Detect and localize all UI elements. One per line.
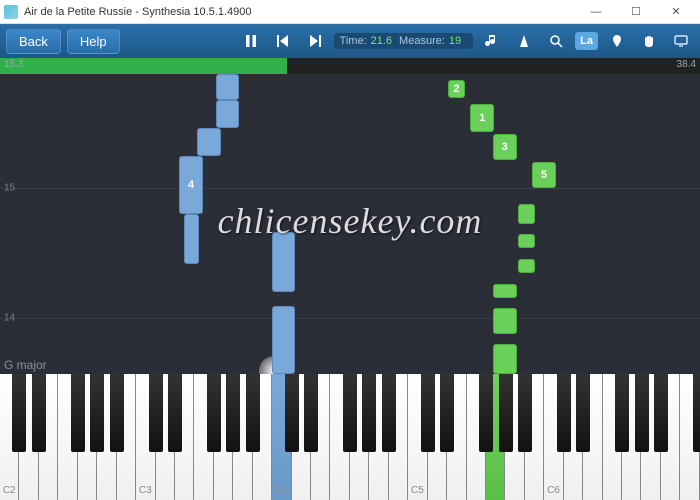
falling-note bbox=[216, 74, 240, 100]
gridline bbox=[0, 318, 700, 319]
octave-label: C4 bbox=[275, 485, 288, 496]
black-key[interactable] bbox=[149, 374, 163, 452]
metronome-icon[interactable] bbox=[511, 28, 537, 54]
octave-label: C5 bbox=[411, 485, 424, 496]
music-note-icon[interactable] bbox=[479, 28, 505, 54]
pause-icon[interactable] bbox=[238, 28, 264, 54]
black-key[interactable] bbox=[654, 374, 668, 452]
black-key[interactable] bbox=[518, 374, 532, 452]
minimize-button[interactable]: — bbox=[576, 0, 616, 24]
hand-icon[interactable] bbox=[636, 28, 662, 54]
falling-note bbox=[493, 308, 517, 334]
marker-icon[interactable] bbox=[604, 28, 630, 54]
falling-note bbox=[197, 128, 221, 156]
falling-note bbox=[272, 232, 296, 292]
finger-number: 2 bbox=[453, 83, 459, 95]
black-key[interactable] bbox=[71, 374, 85, 452]
prev-track-icon[interactable] bbox=[270, 28, 296, 54]
black-key[interactable] bbox=[499, 374, 513, 452]
black-key[interactable] bbox=[615, 374, 629, 452]
falling-note bbox=[184, 214, 199, 264]
piano-keyboard: C2 C3 C4 C5 C6 bbox=[0, 374, 700, 500]
back-button[interactable]: Back bbox=[6, 29, 61, 54]
finger-number: 3 bbox=[502, 141, 508, 153]
black-key[interactable] bbox=[479, 374, 493, 452]
black-key[interactable] bbox=[421, 374, 435, 452]
finger-number: 1 bbox=[479, 112, 485, 124]
falling-note: 4 bbox=[179, 156, 203, 214]
progress-end-time: 38.4 bbox=[677, 59, 696, 70]
black-key[interactable] bbox=[226, 374, 240, 452]
black-key[interactable] bbox=[343, 374, 357, 452]
key-signature-label: G major bbox=[4, 358, 47, 372]
falling-note bbox=[518, 234, 535, 248]
falling-note: 2 bbox=[448, 80, 465, 98]
black-key[interactable] bbox=[382, 374, 396, 452]
finger-number: 4 bbox=[188, 179, 194, 191]
falling-note bbox=[518, 204, 535, 224]
measure-value: 19 bbox=[449, 35, 461, 47]
falling-notes-area: 15 14 G major 4 2 1 3 5 bbox=[0, 74, 700, 374]
octave-label: C2 bbox=[3, 485, 16, 496]
falling-note bbox=[493, 344, 517, 374]
black-key[interactable] bbox=[207, 374, 221, 452]
black-key[interactable] bbox=[362, 374, 376, 452]
falling-note bbox=[272, 306, 296, 374]
octave-label: C3 bbox=[139, 485, 152, 496]
falling-note bbox=[518, 259, 535, 273]
black-key[interactable] bbox=[635, 374, 649, 452]
time-measure-display[interactable]: Time: 21.6 Measure: 19 bbox=[334, 33, 474, 49]
black-key[interactable] bbox=[90, 374, 104, 452]
gridline bbox=[0, 188, 700, 189]
window-title-bar: Air de la Petite Russie - Synthesia 10.5… bbox=[0, 0, 700, 24]
octave-label: C6 bbox=[547, 485, 560, 496]
falling-note: 1 bbox=[470, 104, 494, 132]
measure-label-14: 14 bbox=[4, 313, 15, 324]
falling-note: 5 bbox=[532, 162, 556, 188]
progress-start-time: 15.3 bbox=[4, 59, 23, 70]
maximize-button[interactable]: ☐ bbox=[616, 0, 656, 24]
black-key[interactable] bbox=[168, 374, 182, 452]
black-key[interactable] bbox=[32, 374, 46, 452]
finger-number: 5 bbox=[541, 169, 547, 181]
time-value: 21.6 bbox=[371, 35, 392, 47]
falling-note: 3 bbox=[493, 134, 517, 160]
next-track-icon[interactable] bbox=[302, 28, 328, 54]
black-key[interactable] bbox=[304, 374, 318, 452]
black-key[interactable] bbox=[576, 374, 590, 452]
main-toolbar: Back Help Time: 21.6 Measure: 19 La bbox=[0, 24, 700, 58]
black-key[interactable] bbox=[12, 374, 26, 452]
black-key[interactable] bbox=[557, 374, 571, 452]
close-button[interactable]: ✕ bbox=[656, 0, 696, 24]
measure-label: Measure: bbox=[399, 35, 445, 47]
song-progress-bar[interactable]: 15.3 38.4 bbox=[0, 58, 700, 74]
progress-fill bbox=[0, 58, 287, 74]
display-icon[interactable] bbox=[668, 28, 694, 54]
falling-note bbox=[493, 284, 517, 298]
falling-note bbox=[216, 100, 240, 128]
black-key[interactable] bbox=[110, 374, 124, 452]
time-label: Time: bbox=[340, 35, 367, 47]
black-key[interactable] bbox=[285, 374, 299, 452]
window-title: Air de la Petite Russie - Synthesia 10.5… bbox=[24, 6, 576, 18]
search-icon[interactable] bbox=[543, 28, 569, 54]
black-key[interactable] bbox=[246, 374, 260, 452]
help-button[interactable]: Help bbox=[67, 29, 120, 54]
black-key[interactable] bbox=[440, 374, 454, 452]
note-name-badge[interactable]: La bbox=[575, 32, 598, 50]
black-key[interactable] bbox=[693, 374, 700, 452]
app-icon bbox=[4, 5, 18, 19]
measure-label-15: 15 bbox=[4, 183, 15, 194]
